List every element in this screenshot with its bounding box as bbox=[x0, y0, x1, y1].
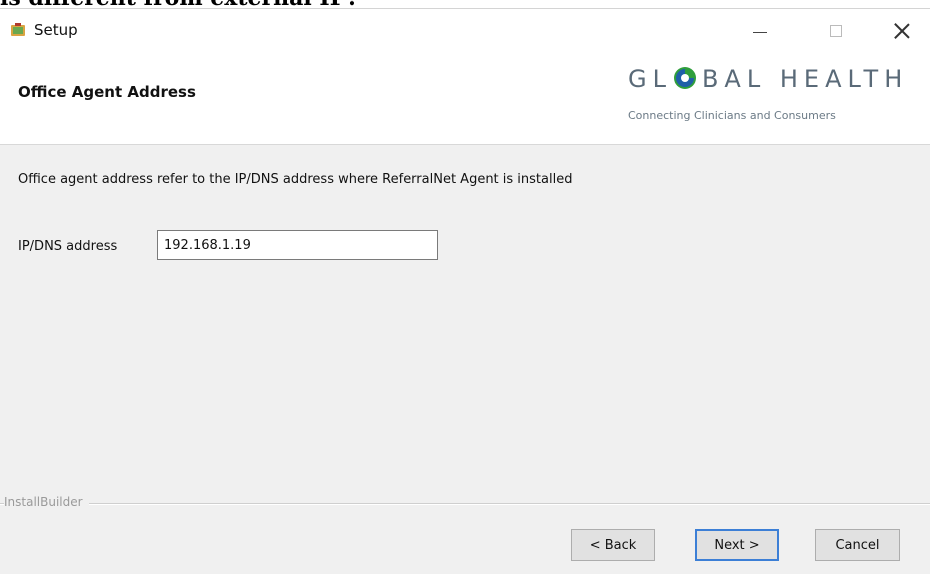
close-button[interactable] bbox=[880, 13, 924, 49]
minimize-button[interactable] bbox=[738, 13, 782, 49]
footer-divider bbox=[0, 503, 930, 505]
close-icon bbox=[894, 23, 910, 39]
ip-dns-label: IP/DNS address bbox=[18, 239, 118, 254]
title-bar[interactable]: Setup bbox=[0, 9, 930, 53]
maximize-button[interactable] bbox=[814, 13, 858, 49]
back-button[interactable]: < Back bbox=[571, 529, 655, 561]
logo-word-right: BAL HEALTH bbox=[701, 65, 909, 93]
header-band: Office Agent Address GL BAL HEALTH Conne… bbox=[0, 53, 930, 145]
setup-app-icon bbox=[11, 23, 25, 36]
global-health-logo: GL BAL HEALTH Connecting Clinicians and … bbox=[624, 61, 924, 135]
installbuilder-label: InstallBuilder bbox=[4, 495, 89, 509]
logo-wordmark: GL BAL HEALTH bbox=[628, 65, 908, 93]
setup-window: Setup Office Agent Address GL BAL HEALTH… bbox=[0, 8, 930, 574]
page-title: Office Agent Address bbox=[18, 83, 196, 101]
minimize-icon bbox=[753, 31, 767, 33]
logo-word-left: GL bbox=[628, 65, 672, 93]
cancel-button[interactable]: Cancel bbox=[815, 529, 900, 561]
window-title: Setup bbox=[34, 21, 78, 39]
maximize-icon bbox=[830, 25, 842, 37]
ip-dns-input[interactable] bbox=[157, 230, 438, 260]
globe-o-icon bbox=[673, 67, 696, 89]
logo-tagline: Connecting Clinicians and Consumers bbox=[628, 109, 836, 122]
next-button[interactable]: Next > bbox=[695, 529, 779, 561]
description-text: Office agent address refer to the IP/DNS… bbox=[18, 172, 573, 187]
page-top-text: is different from external IP? bbox=[0, 0, 930, 8]
